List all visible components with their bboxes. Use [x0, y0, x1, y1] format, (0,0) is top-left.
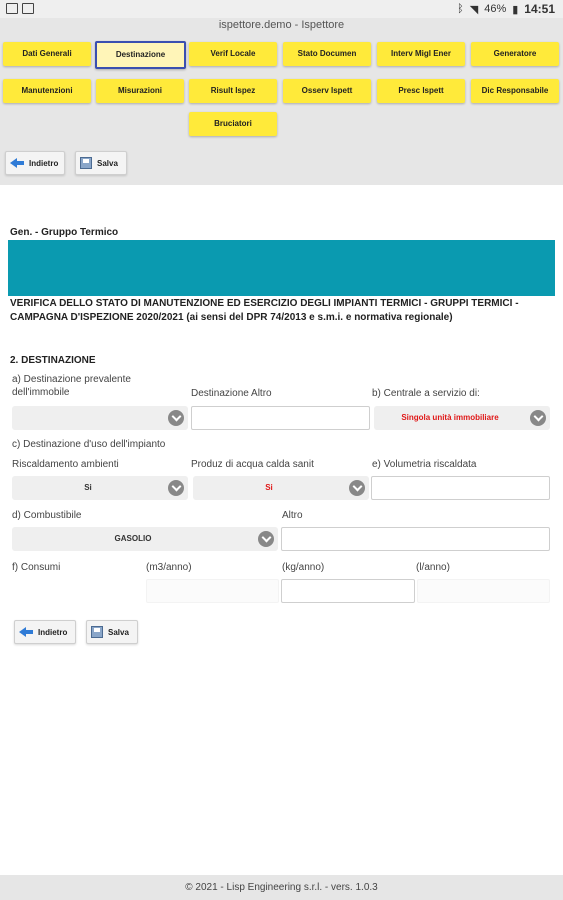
tab-generatore[interactable]: Generatore: [471, 42, 559, 66]
back-label: Indietro: [29, 158, 59, 168]
dest-altro-label: Destinazione Altro: [191, 388, 272, 399]
dest-altro-input[interactable]: [191, 406, 370, 430]
consumi-m3-input[interactable]: [146, 579, 279, 603]
dest-uso-label: c) Destinazione d'uso dell'impianto: [12, 439, 166, 450]
tab-destinazione[interactable]: Destinazione: [95, 41, 186, 69]
section-title: 2. DESTINAZIONE: [10, 355, 96, 366]
tab-stato-documen[interactable]: Stato Documen: [283, 42, 371, 66]
centrale-label: b) Centrale a servizio di:: [372, 388, 480, 399]
app-title: ispettore.demo - Ispettore: [218, 19, 345, 31]
unit-l-label: (l/anno): [416, 562, 450, 573]
save-button-top[interactable]: Salva: [75, 151, 127, 175]
chevron-down-icon: [349, 480, 365, 496]
altro-input[interactable]: [281, 527, 550, 551]
page-heading: VERIFICA DELLO STATO DI MANUTENZIONE ED …: [10, 298, 519, 323]
tab-osserv-ispett[interactable]: Osserv Ispett: [283, 79, 371, 103]
centrale-select[interactable]: Singola unità immobiliare: [374, 406, 550, 430]
chevron-down-icon: [530, 410, 546, 426]
save-disk-icon: [91, 626, 103, 638]
tab-verif-locale[interactable]: Verif Locale: [189, 42, 277, 66]
dest-prev-select[interactable]: [12, 406, 188, 430]
combustibile-select[interactable]: GASOLIO: [12, 527, 278, 551]
save-disk-icon: [80, 157, 92, 169]
save-button-bottom[interactable]: Salva: [86, 620, 138, 644]
header-banner: [8, 240, 555, 296]
chevron-down-icon: [258, 531, 274, 547]
gallery-notification-icon: [22, 3, 34, 14]
combustibile-label: d) Combustibile: [12, 510, 82, 521]
volumetria-input[interactable]: [371, 476, 550, 500]
volumetria-label: e) Volumetria riscaldata: [372, 459, 477, 470]
battery-icon: ▮: [512, 3, 519, 16]
tab-interv-migl-ener[interactable]: Interv Migl Ener: [377, 42, 465, 66]
acqua-label: Produz di acqua calda sanit: [191, 459, 314, 470]
tab-bruciatori[interactable]: Bruciatori: [189, 112, 277, 136]
centrale-value: Singola unità immobiliare: [401, 413, 499, 422]
altro-label: Altro: [282, 510, 303, 521]
save-label: Salva: [97, 158, 118, 168]
unit-kg-label: (kg/anno): [282, 562, 325, 573]
footer: © 2021 - Lisp Engineering s.r.l. - vers.…: [0, 875, 563, 900]
riscaldamento-select[interactable]: Si: [12, 476, 188, 500]
tab-presc-ispett[interactable]: Presc Ispett: [377, 79, 465, 103]
chevron-down-icon: [168, 410, 184, 426]
consumi-l-input[interactable]: [417, 579, 550, 603]
bluetooth-icon: ᛒ: [457, 3, 464, 15]
status-bar: ᛒ ◥ 46% ▮ 14:51: [0, 0, 563, 18]
group-title: Gen. - Gruppo Termico: [10, 227, 119, 238]
back-arrow-icon: [10, 158, 24, 168]
unit-m3-label: (m3/anno): [146, 562, 192, 573]
consumi-kg-input[interactable]: [281, 579, 415, 603]
tab-dati-generali[interactable]: Dati Generali: [3, 42, 91, 66]
acqua-value: Si: [265, 483, 273, 492]
back-button-top[interactable]: Indietro: [5, 151, 65, 175]
tab-dic-responsabile[interactable]: Dic Responsabile: [471, 79, 559, 103]
back-label: Indietro: [38, 627, 68, 637]
tab-misurazioni[interactable]: Misurazioni: [96, 79, 184, 103]
wifi-icon: ◥: [469, 3, 479, 16]
battery-level: 46%: [484, 3, 507, 15]
riscaldamento-label: Riscaldamento ambienti: [12, 459, 119, 470]
tab-risult-ispez[interactable]: Risult Ispez: [189, 79, 277, 103]
combustibile-value: GASOLIO: [114, 534, 152, 543]
consumi-label: f) Consumi: [12, 562, 61, 573]
image-notification-icon: [6, 3, 18, 14]
tab-manutenzioni[interactable]: Manutenzioni: [3, 79, 91, 103]
clock: 14:51: [524, 2, 555, 16]
back-button-bottom[interactable]: Indietro: [14, 620, 76, 644]
save-label: Salva: [108, 627, 129, 637]
dest-prev-label: a) Destinazione prevalente dell'immobile: [12, 374, 131, 398]
back-arrow-icon: [19, 627, 33, 637]
chevron-down-icon: [168, 480, 184, 496]
riscaldamento-value: Si: [84, 483, 92, 492]
acqua-select[interactable]: Si: [193, 476, 369, 500]
